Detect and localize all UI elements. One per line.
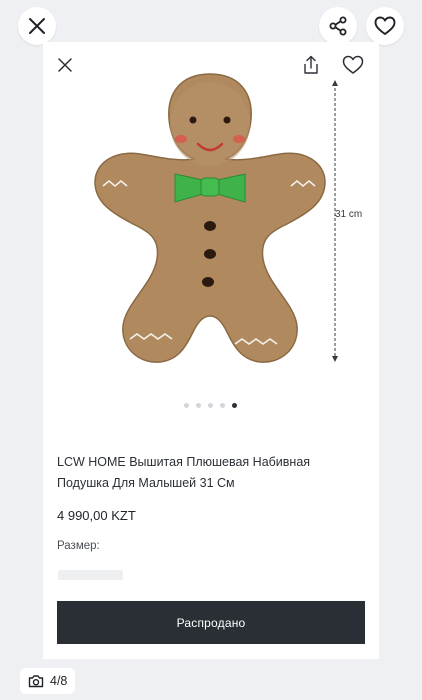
dimension-label: 31 cm — [335, 209, 363, 220]
heart-icon — [342, 55, 364, 74]
close-icon — [58, 58, 72, 72]
pagination-dot[interactable] — [220, 403, 225, 408]
camera-icon — [28, 675, 44, 688]
size-label: Размер: — [57, 540, 100, 552]
product-card: 31 cm LCW HOME Вышитая Плюшевая Набивная… — [43, 42, 379, 659]
overlay-favorite-button[interactable] — [366, 7, 404, 45]
pagination-dot[interactable] — [196, 403, 201, 408]
product-image[interactable] — [85, 64, 335, 384]
gallery-pagination — [184, 403, 237, 408]
card-favorite-button[interactable] — [341, 55, 365, 75]
image-counter: 4/8 — [20, 668, 76, 694]
sold-out-button[interactable]: Распродано — [57, 601, 365, 644]
size-option-placeholder — [58, 570, 123, 580]
pagination-dot[interactable] — [184, 403, 189, 408]
share-icon — [329, 16, 347, 36]
product-price: 4 990,00 KZT — [57, 508, 136, 523]
product-title: LCW HOME Вышитая Плюшевая Набивная Подуш… — [57, 455, 311, 490]
pagination-dot-active[interactable] — [232, 403, 237, 408]
pagination-dot[interactable] — [208, 403, 213, 408]
image-counter-text: 4/8 — [50, 674, 68, 688]
overlay-close-button[interactable] — [18, 7, 56, 45]
close-icon — [29, 18, 45, 34]
overlay-share-button[interactable] — [319, 7, 357, 45]
heart-icon — [374, 16, 396, 35]
dimension-arrow — [332, 80, 338, 362]
card-close-button[interactable] — [57, 57, 73, 73]
